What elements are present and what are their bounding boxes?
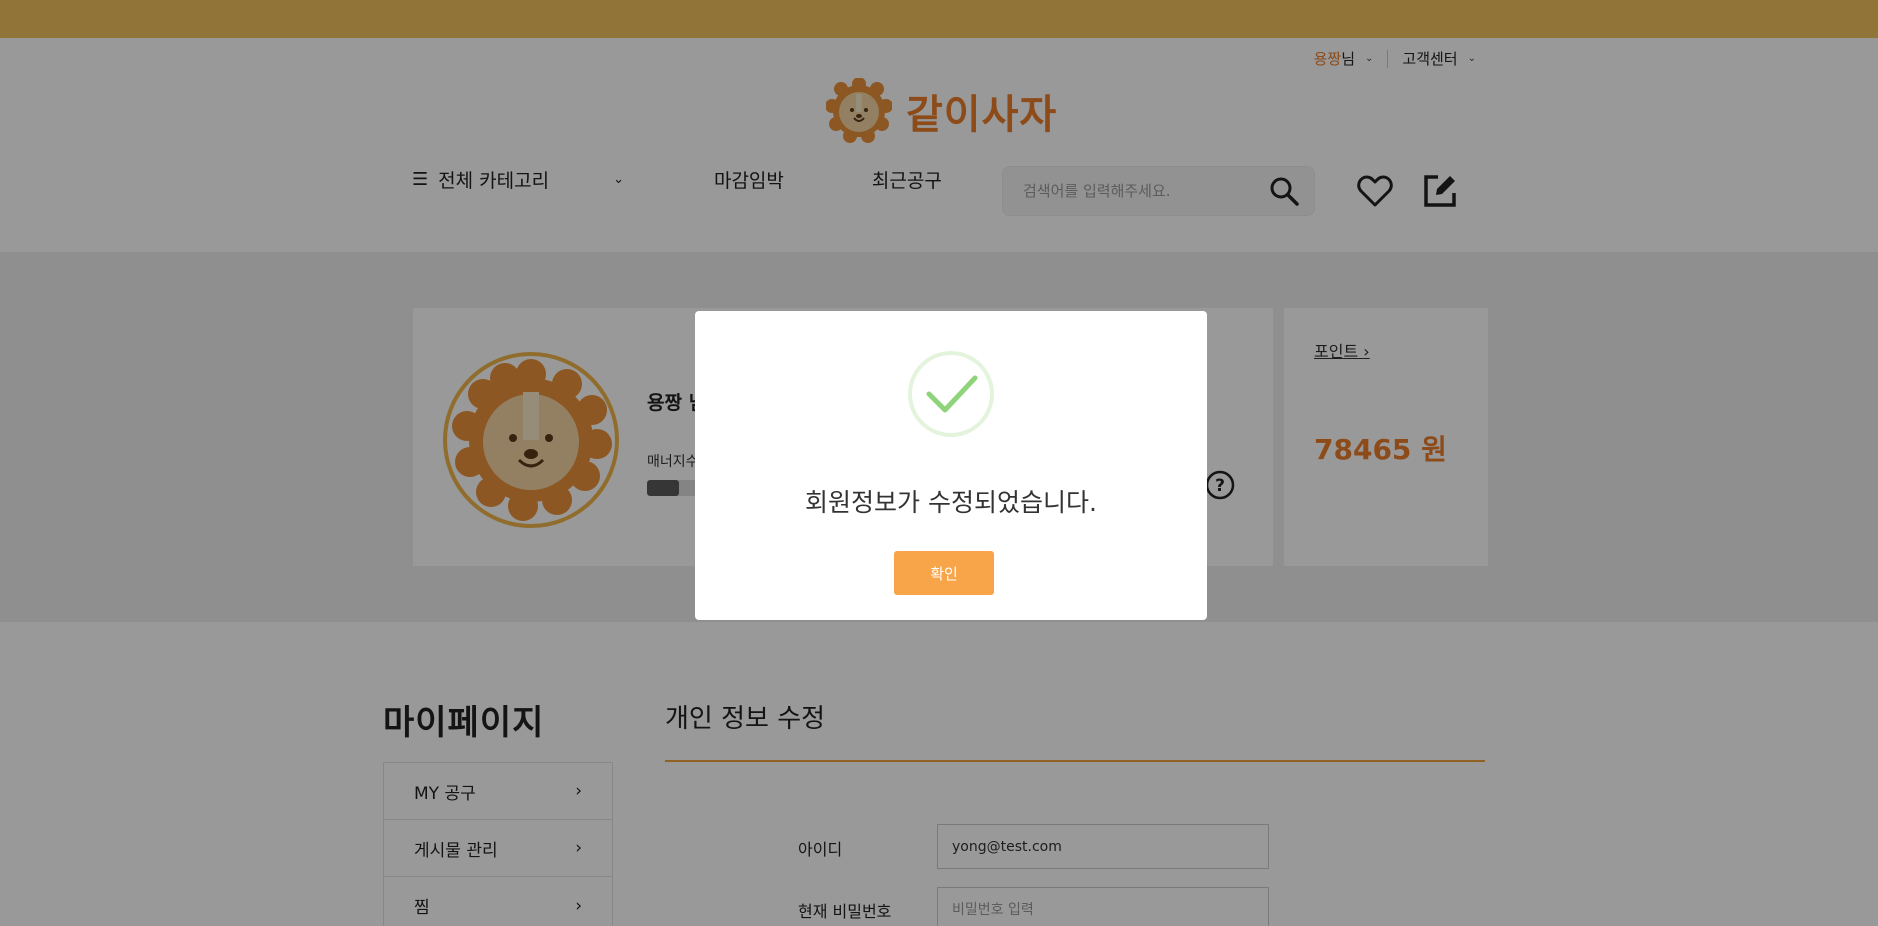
confirm-button[interactable]: 확인 [894,551,994,595]
modal-message: 회원정보가 수정되었습니다. [805,488,1097,517]
check-circle-icon [907,350,995,442]
success-modal: 회원정보가 수정되었습니다. 확인 [695,311,1207,620]
